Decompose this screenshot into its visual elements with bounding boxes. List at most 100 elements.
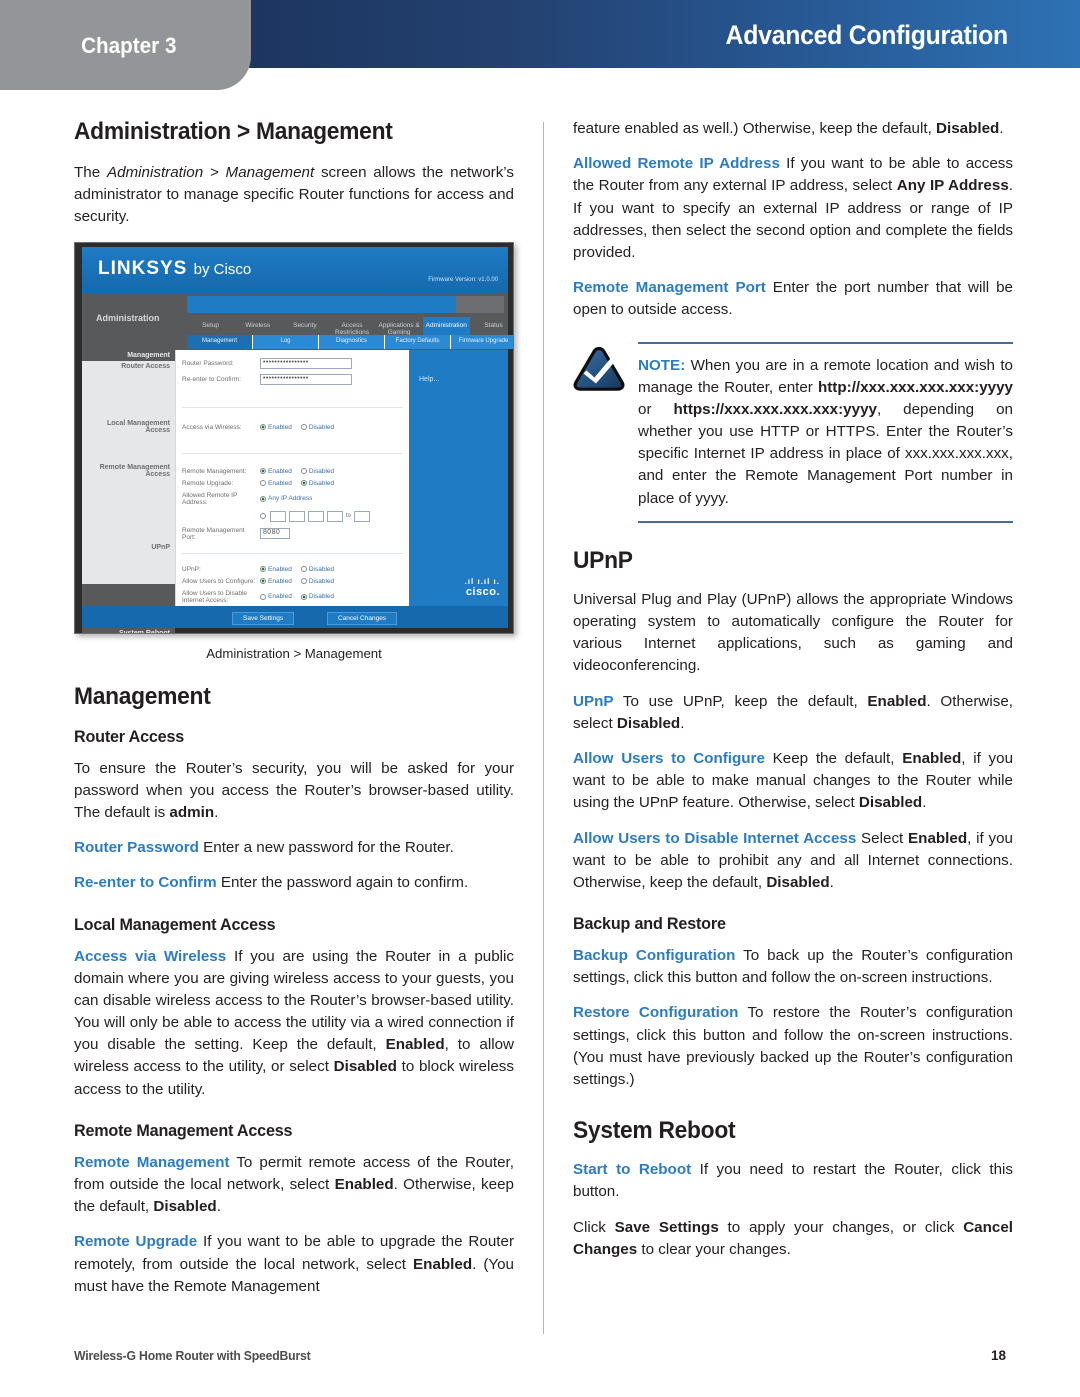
screenshot-side-label-system-reboot: System Reboot (82, 627, 175, 633)
text: . (216, 1198, 221, 1216)
bold-enabled: Enabled (867, 692, 927, 710)
screenshot-port-input[interactable]: 8080 (260, 528, 290, 540)
bold-any-ip-address: Any IP Address (896, 177, 1009, 195)
cisco-logo: .ıl ı.ıl ı. cisco. (465, 577, 500, 598)
term-upnp: UPnP (573, 692, 614, 710)
term-access-via-wireless: Access via Wireless (74, 947, 227, 965)
remote-management-port-paragraph: Remote Management Port Enter the port nu… (573, 277, 1013, 321)
page-header: Advanced Configuration Chapter 3 (0, 0, 1080, 100)
cisco-wordmark: cisco. (465, 585, 500, 598)
screenshot-blue-bar (187, 295, 462, 313)
screenshot-radio-disabled[interactable]: Disabled (300, 424, 334, 431)
screenshot-ip-octet-2[interactable] (289, 510, 305, 522)
allowed-remote-ip-paragraph: Allowed Remote IP Address If you want to… (573, 153, 1013, 264)
backup-restore-heading: Backup and Restore (573, 914, 726, 934)
screenshot-radio-disabled[interactable]: Disabled (300, 468, 334, 475)
screenshot-radio-enabled[interactable]: Enabled (260, 480, 292, 487)
screenshot-section-header: Management (82, 349, 175, 361)
screenshot-cancel-changes-button[interactable]: Cancel Changes (327, 611, 398, 625)
radio-label: Disabled (308, 593, 335, 601)
screenshot-body: Management Router Access Local Managemen… (82, 349, 508, 633)
screenshot-separator (182, 452, 403, 454)
screenshot-tab-security: Security (293, 321, 317, 329)
radio-dot-icon (260, 480, 266, 487)
text: . (680, 714, 685, 732)
bold-enabled: Enabled (902, 749, 962, 767)
term-backup-configuration: Backup Configuration (573, 947, 736, 965)
screenshot-tab-wireless: Wireless (245, 321, 271, 329)
screenshot-ip-octet-4[interactable] (327, 510, 343, 522)
screenshot-side-labels: Management Router Access Local Managemen… (82, 349, 175, 633)
screenshot-app-title: Administration (96, 312, 160, 323)
screenshot-save-settings-button[interactable]: Save Settings (232, 611, 295, 625)
router-password-paragraph: Router Password Enter a new password for… (74, 837, 514, 859)
right-column: feature enabled as well.) Otherwise, kee… (573, 118, 1013, 1261)
text: . (922, 794, 927, 812)
screenshot-side-label-local-management: Local Management Access (106, 419, 170, 434)
screenshot-radio-enabled[interactable]: Enabled (260, 578, 292, 585)
screenshot-nav: Administration Setup Wireless Security A… (82, 292, 513, 350)
screenshot-radio-enabled[interactable]: Enabled (260, 424, 292, 431)
brand-name: LINKSYS (98, 257, 188, 279)
allow-users-configure-paragraph: Allow Users to Configure Keep the defaul… (573, 748, 1013, 815)
screenshot-tab-administration: Administration (422, 316, 470, 335)
text: Select (856, 829, 909, 847)
bold-disabled: Disabled (858, 794, 923, 812)
screenshot-radio-enabled[interactable]: Enabled (260, 468, 292, 475)
upnp-intro-paragraph: Universal Plug and Play (UPnP) allows th… (573, 590, 1013, 675)
screenshot-radio-disabled[interactable]: Disabled (300, 593, 335, 601)
chapter-label: Chapter 3 (80, 33, 176, 58)
screenshot-field-allow-users-configure: Allow Users to Configure: Enabled Disabl… (182, 578, 403, 585)
intro-paragraph: The Administration > Management screen a… (74, 162, 514, 229)
radio-label: Enabled (268, 467, 292, 475)
screenshot-ip-octet-3[interactable] (308, 510, 324, 522)
firmware-version: Firmware Version: v1.0.00 (428, 276, 498, 283)
linksys-logo: LINKSYS by Cisco (98, 258, 251, 280)
screenshot-subtabs: Management Log Diagnostics Factory Defau… (187, 334, 513, 349)
bold-disabled: Disabled (616, 714, 681, 732)
bold-disabled: Disabled (936, 120, 1000, 137)
bold-save-settings: Save Settings (614, 1218, 719, 1236)
chapter-tab: Chapter 3 (0, 0, 251, 90)
screenshot-radio-enabled[interactable]: Enabled (260, 593, 292, 600)
radio-dot-icon (260, 424, 266, 431)
section-title: Advanced Configuration (725, 20, 1009, 50)
screenshot-separator (182, 406, 403, 408)
reenter-confirm-paragraph: Re-enter to Confirm Enter the password a… (74, 872, 514, 894)
screenshot-tabs: Setup Wireless Security Access Restricti… (187, 316, 513, 336)
text: to apply your changes, or click (718, 1218, 964, 1236)
screenshot-radio-disabled[interactable]: Disabled (300, 566, 334, 573)
radio-dot-icon[interactable] (260, 513, 266, 520)
screenshot-radio-disabled[interactable]: Disabled (300, 480, 334, 487)
screenshot-radio-enabled[interactable]: Enabled (260, 566, 292, 573)
text: . (214, 803, 219, 821)
screenshot-ip-octet-5[interactable] (354, 510, 371, 522)
text: Click (573, 1218, 615, 1236)
screenshot-radio-disabled[interactable]: Disabled (300, 578, 334, 585)
screenshot-field-router-password: Router Password: •••••••••••••••• (182, 357, 403, 369)
bold-disabled: Disabled (153, 1198, 217, 1216)
screenshot-password-input[interactable]: •••••••••••••••• (260, 357, 352, 369)
screenshot-logo-bar: LINKSYS by Cisco Firmware Version: v1.0.… (82, 246, 508, 293)
screenshot-ip-octet-1[interactable] (270, 510, 286, 522)
remote-management-heading: Remote Management Access (74, 1120, 293, 1140)
radio-dot-icon (260, 495, 266, 502)
radio-dot-icon (260, 468, 266, 475)
text: . (999, 120, 1004, 137)
screenshot-help-text[interactable]: Help... (409, 350, 508, 383)
screenshot-field-reenter-confirm: Re-enter to Confirm: •••••••••••••••• (182, 373, 403, 385)
term-router-password: Router Password (74, 839, 199, 857)
radio-dot-icon (300, 468, 307, 475)
screenshot-side-label-remote-management: Remote Management Access (99, 463, 170, 478)
screenshot-radio-any-ip[interactable]: Any IP Address (260, 495, 312, 502)
screenshot-field-label: Remote Upgrade: (182, 479, 234, 487)
radio-label: Enabled (268, 593, 292, 601)
term-restore-configuration: Restore Configuration (573, 1004, 739, 1022)
bold-disabled: Disabled (333, 1058, 397, 1076)
screenshot-confirm-input[interactable]: •••••••••••••••• (260, 373, 352, 385)
radio-dot-icon (300, 424, 307, 431)
term-allow-users-to-configure: Allow Users to Configure (573, 749, 765, 767)
remote-management-paragraph: Remote Management To permit remote acces… (74, 1152, 514, 1219)
intro-emphasis: Administration > Management (106, 164, 315, 181)
radio-label: Enabled (268, 577, 292, 585)
